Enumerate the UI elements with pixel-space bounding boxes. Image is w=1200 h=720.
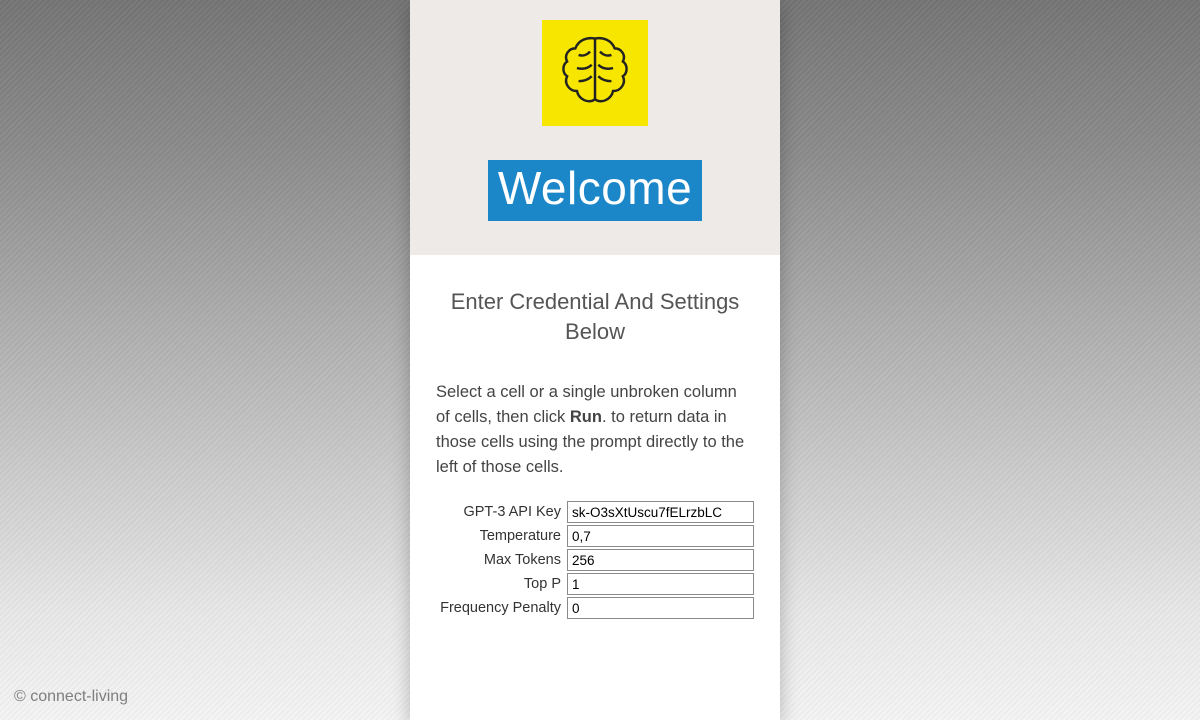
input-api-key[interactable] [567, 501, 754, 523]
instructions: Select a cell or a single unbroken colum… [436, 380, 754, 479]
copyright: © connect-living [14, 688, 128, 706]
hero: Welcome [410, 0, 780, 255]
row-frequency-penalty: Frequency Penalty [436, 597, 754, 619]
body: Enter Credential And Settings Below Sele… [410, 255, 780, 621]
label-frequency-penalty: Frequency Penalty [436, 600, 567, 616]
addin-panel: Welcome Enter Credential And Settings Be… [410, 0, 780, 720]
instructions-bold: Run [570, 408, 602, 426]
settings-form: GPT-3 API Key Temperature Max Tokens Top… [436, 501, 754, 619]
brain-icon [542, 20, 648, 126]
input-max-tokens[interactable] [567, 549, 754, 571]
input-top-p[interactable] [567, 573, 754, 595]
label-top-p: Top P [436, 576, 567, 592]
label-max-tokens: Max Tokens [436, 552, 567, 568]
welcome-title: Welcome [488, 160, 702, 221]
row-api-key: GPT-3 API Key [436, 501, 754, 523]
row-top-p: Top P [436, 573, 754, 595]
subtitle: Enter Credential And Settings Below [436, 287, 754, 346]
row-max-tokens: Max Tokens [436, 549, 754, 571]
input-frequency-penalty[interactable] [567, 597, 754, 619]
input-temperature[interactable] [567, 525, 754, 547]
label-temperature: Temperature [436, 528, 567, 544]
label-api-key: GPT-3 API Key [436, 504, 567, 520]
row-temperature: Temperature [436, 525, 754, 547]
